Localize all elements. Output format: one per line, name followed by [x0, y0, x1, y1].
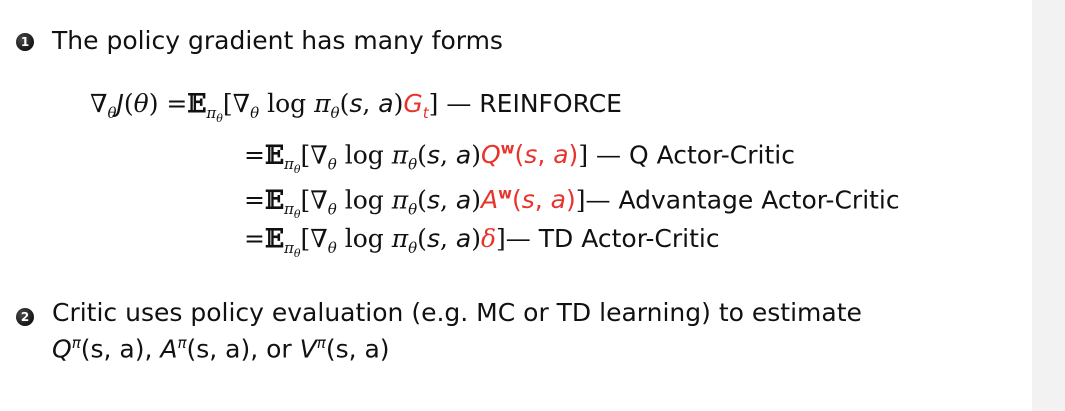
equation-term-G: Gt	[403, 89, 429, 122]
bullet-2-text-line-2: Qπ(s, a), Aπ(s, a), or Vπ(s, a)	[52, 334, 390, 364]
equation-line-1: ∇θJ(θ) =𝔼πθ[∇θ log πθ(s, a)Gt] — REINFOR…	[90, 89, 622, 125]
bullet-number-2: 2	[16, 308, 34, 326]
method-label-3: Advantage Actor-Critic	[618, 185, 900, 215]
equation-line-4: =𝔼πθ[∇θ log πθ(s, a)δ]— TD Actor-Critic	[244, 224, 720, 260]
method-label-2: Q Actor-Critic	[628, 140, 795, 170]
bullet-2-text: Critic uses policy evaluation (e.g. MC o…	[52, 298, 862, 327]
bullet-1-text: The policy gradient has many forms	[52, 26, 503, 55]
equation-lhs: ∇θJ(θ)	[90, 89, 167, 122]
equation-line-3: =𝔼πθ[∇θ log πθ(s, a)Aw(s, a)]— Advantage…	[244, 185, 900, 222]
expectation-operator: 𝔼	[187, 89, 207, 118]
method-label-4: TD Actor-Critic	[538, 224, 720, 253]
equation-line-2: =𝔼πθ[∇θ log πθ(s, a)Qw(s, a)] — Q Actor-…	[244, 140, 795, 177]
slide: 1 The policy gradient has many forms ∇θJ…	[0, 0, 1032, 411]
side-strip	[1032, 0, 1065, 411]
equation-term-delta: δ	[480, 224, 497, 253]
equation-term-A: Aw(s, a)	[480, 185, 576, 215]
equation-term-Q: Qw(s, a)	[480, 140, 579, 170]
method-label-1: REINFORCE	[479, 89, 622, 118]
bullet-number-1: 1	[16, 33, 34, 51]
